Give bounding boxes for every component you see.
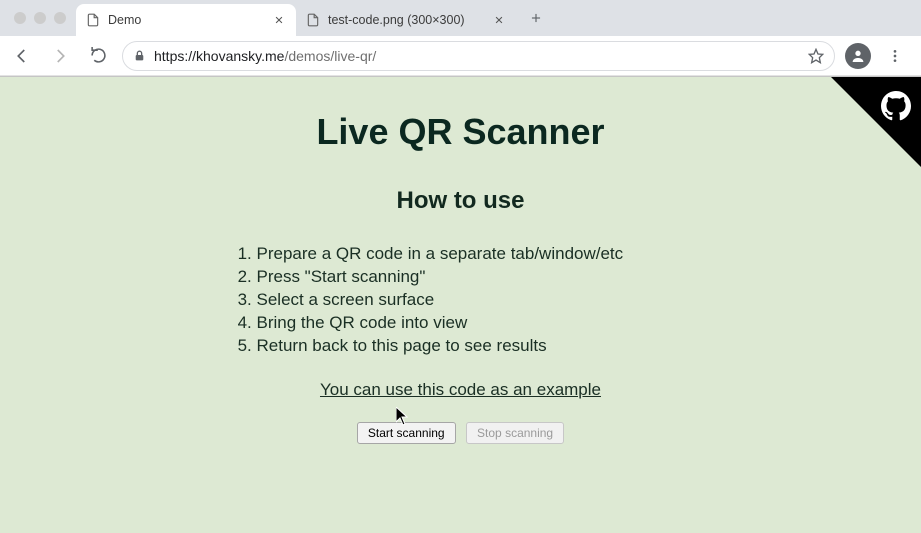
toolbar: https://khovansky.me/demos/live-qr/ <box>0 36 921 76</box>
stop-scanning-button[interactable]: Stop scanning <box>466 422 564 444</box>
tab-bar: Demo test-code.png (300×300) <box>0 0 921 36</box>
profile-avatar-icon[interactable] <box>845 43 871 69</box>
close-icon[interactable] <box>272 13 286 27</box>
github-corner-badge[interactable] <box>823 77 921 175</box>
new-tab-button[interactable] <box>522 4 550 32</box>
window-maximize-dot[interactable] <box>54 12 66 24</box>
file-icon <box>86 13 100 27</box>
tab-test-code[interactable]: test-code.png (300×300) <box>296 4 516 36</box>
bookmark-star-icon[interactable] <box>808 48 824 64</box>
list-item: Prepare a QR code in a separate tab/wind… <box>257 243 691 266</box>
menu-button[interactable] <box>881 42 909 70</box>
page-title: Live QR Scanner <box>0 111 921 153</box>
tab-demo[interactable]: Demo <box>76 4 296 36</box>
list-item: Press "Start scanning" <box>257 266 691 289</box>
window-minimize-dot[interactable] <box>34 12 46 24</box>
start-scanning-button[interactable]: Start scanning <box>357 422 456 444</box>
window-close-dot[interactable] <box>14 12 26 24</box>
window-controls <box>8 12 76 24</box>
reload-button[interactable] <box>84 42 112 70</box>
close-icon[interactable] <box>492 13 506 27</box>
example-code-link[interactable]: You can use this code as an example <box>0 380 921 400</box>
forward-button[interactable] <box>46 42 74 70</box>
octocat-icon <box>881 91 911 121</box>
steps-list: Prepare a QR code in a separate tab/wind… <box>231 243 691 358</box>
url-host: https://khovansky.me <box>154 48 284 64</box>
lock-icon <box>133 49 146 62</box>
list-item: Bring the QR code into view <box>257 312 691 335</box>
tab-title: test-code.png (300×300) <box>328 13 484 27</box>
address-bar[interactable]: https://khovansky.me/demos/live-qr/ <box>122 41 835 71</box>
browser-chrome: Demo test-code.png (300×300) <box>0 0 921 77</box>
url-text: https://khovansky.me/demos/live-qr/ <box>154 48 376 64</box>
controls: Start scanning Stop scanning <box>0 422 921 444</box>
list-item: Select a screen surface <box>257 289 691 312</box>
how-to-heading: How to use <box>0 187 921 215</box>
list-item: Return back to this page to see results <box>257 335 691 358</box>
tab-title: Demo <box>108 13 264 27</box>
file-icon <box>306 13 320 27</box>
page-content: Live QR Scanner How to use Prepare a QR … <box>0 77 921 533</box>
url-path: /demos/live-qr/ <box>284 48 376 64</box>
back-button[interactable] <box>8 42 36 70</box>
